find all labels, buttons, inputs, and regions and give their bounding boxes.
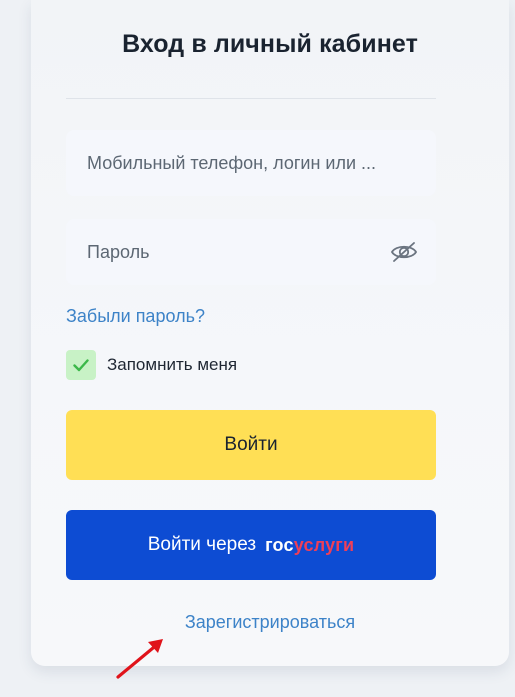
password-field-container[interactable] [66,219,436,285]
login-button[interactable]: Войти [66,410,436,480]
forgot-password-link[interactable]: Забыли пароль? [66,306,205,327]
check-icon [73,358,89,371]
eye-off-icon[interactable] [390,240,418,264]
remember-me-label: Запомнить меня [107,355,238,374]
checkbox-checked[interactable] [66,350,96,380]
page-title: Вход в личный кабинет [122,30,418,58]
register-link[interactable]: Зарегистрироваться [31,612,509,633]
password-input[interactable] [66,219,436,285]
red-arrow-icon [116,639,163,679]
gosuslugi-logo: госуслуги [265,535,354,556]
gosuslugi-button-label: Войти через [147,534,257,555]
gosuslugi-logo-part1: гос [265,534,294,555]
gosuslugi-login-button[interactable]: Войти через госуслуги [66,510,436,580]
remember-me-checkbox[interactable]: Запомнить меня [66,350,237,380]
login-input[interactable] [66,130,436,196]
gosuslugi-logo-part2: услуги [293,534,355,555]
divider [66,98,436,99]
login-field-container[interactable] [66,130,436,196]
